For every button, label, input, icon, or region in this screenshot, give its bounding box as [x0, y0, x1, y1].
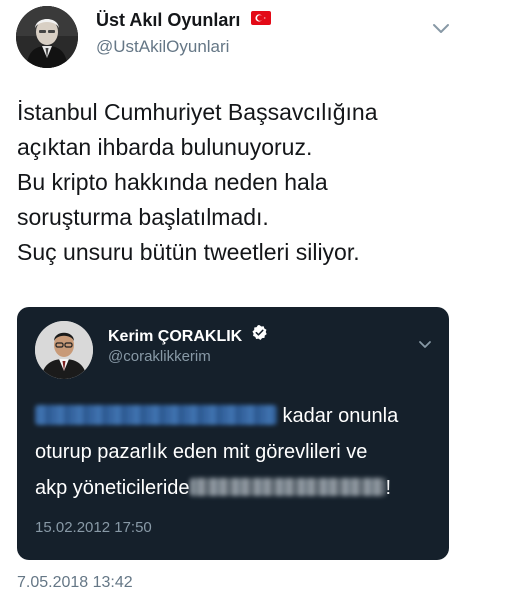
author-avatar[interactable]	[16, 6, 78, 68]
author-display-name[interactable]: Üst Akıl Oyunları	[96, 9, 272, 32]
quoted-text-line3-suffix: !	[385, 477, 392, 499]
verified-badge-icon	[251, 324, 268, 346]
quoted-text-line3-prefix: akp yöneticileride	[35, 477, 190, 499]
tweet-timestamp[interactable]: 7.05.2018 13:42	[17, 574, 133, 592]
chevron-down-icon[interactable]	[432, 22, 450, 34]
quoted-author-display-name-text: Kerim ÇORAKLIK	[108, 328, 243, 346]
tweet-screenshot: Üst Akıl Oyunları @UstAkilOyunlari İstan…	[0, 0, 519, 599]
turkey-flag-icon	[251, 9, 272, 30]
quoted-tweet-date[interactable]: 15.02.2012 17:50	[35, 519, 152, 536]
quoted-text-line: oturup pazarlık eden mit görevlileri ve	[35, 441, 368, 463]
quoted-text-line: kadar onunla	[35, 398, 435, 434]
quoted-text-line1-suffix: kadar onunla	[277, 405, 399, 427]
chevron-down-icon[interactable]	[418, 337, 432, 348]
quoted-tweet-text: kadar onunla oturup pazarlık eden mit gö…	[35, 398, 435, 506]
tweet-text-line: açıktan ihbarda bulunuyoruz.	[17, 134, 313, 160]
quoted-author-display-name[interactable]: Kerim ÇORAKLIK	[108, 324, 268, 348]
blurred-hashtag	[35, 404, 277, 425]
quoted-author-avatar-image	[35, 321, 93, 379]
tweet-text-line: Suç unsuru bütün tweetleri siliyor.	[17, 239, 360, 265]
quoted-author-avatar[interactable]	[35, 321, 93, 379]
tweet-text: İstanbul Cumhuriyet Başsavcılığına açıkt…	[17, 95, 507, 270]
quoted-author-handle[interactable]: @coraklikkerim	[108, 348, 211, 365]
author-avatar-image	[16, 6, 78, 68]
tweet-text-line: Bu kripto hakkında neden hala	[17, 169, 328, 195]
author-handle[interactable]: @UstAkilOyunlari	[96, 37, 229, 57]
author-display-name-text: Üst Akıl Oyunları	[96, 10, 241, 30]
tweet-text-line: soruşturma başlatılmadı.	[17, 204, 269, 230]
quoted-tweet-card[interactable]: Kerim ÇORAKLIK @coraklikkerim kadar onun…	[17, 307, 449, 560]
blurred-text	[189, 477, 386, 496]
tweet-text-line: İstanbul Cumhuriyet Başsavcılığına	[17, 99, 378, 125]
quoted-text-line: akp yöneticileride!	[35, 470, 435, 506]
